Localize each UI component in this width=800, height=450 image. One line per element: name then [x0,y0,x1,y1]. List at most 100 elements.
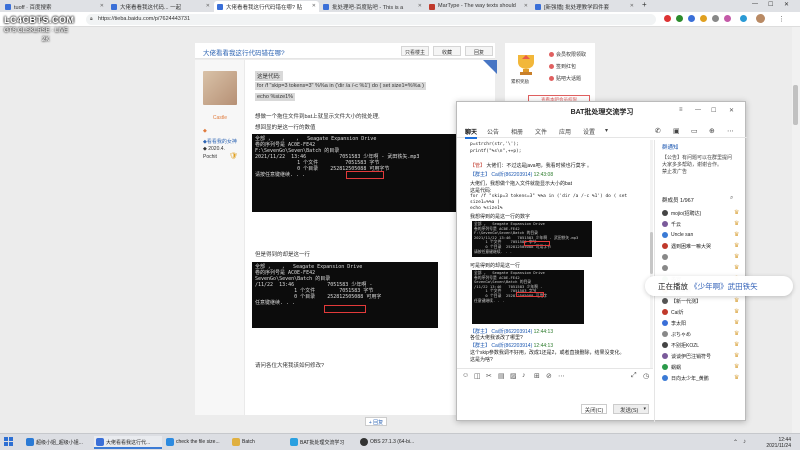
extension-icon[interactable] [740,15,747,22]
more-icon[interactable]: ⋯ [727,127,734,135]
taskbar-item[interactable]: Batch [230,436,286,449]
collect-button[interactable]: 收藏 [433,46,461,56]
scrollbar-thumb[interactable] [650,232,653,274]
browser-tab[interactable]: [新强播] 批处理教学四件套 ✕ [532,1,637,12]
more-icon[interactable]: ⋯ [558,372,565,380]
member-item[interactable]: 【新一代测】 ♛ [662,297,746,307]
member-item[interactable]: 蜗蜗 ♛ [662,363,746,373]
author-link[interactable]: ◆看看我的女神 [203,138,237,145]
new-tab-button[interactable]: + [642,0,647,9]
screen-share-icon[interactable]: ▭ [691,127,698,135]
browser-tab-active[interactable]: 大佬看看我这行代码错在哪? 贴 ✕ [214,1,319,12]
taskbar-item[interactable]: check the file size... [164,436,228,449]
taskbar-item[interactable]: BAT批处理交流学习 [288,436,356,449]
emoji-icon[interactable]: ☺ [462,372,469,379]
reply-button[interactable]: 回复 [465,46,493,56]
browser-tab[interactable]: tuoff · 百度搜索 ✕ [2,1,107,12]
send-button[interactable]: 发送(S) ▾ [613,404,649,414]
chat-close-icon[interactable]: ✕ [729,107,734,114]
author-name[interactable]: Castle [195,115,245,121]
group-notice-title[interactable]: 群通知 [662,143,679,151]
taskbar-item[interactable]: 超级小姐_超级小姐... [24,436,92,449]
speaker-icon[interactable]: ♪ [743,439,746,445]
taskbar-item-active[interactable]: 大佬看看我这行代... [94,436,162,449]
extension-icon[interactable] [724,15,731,22]
extension-icon[interactable] [700,15,707,22]
history-icon[interactable]: ◷ [643,372,649,380]
url-input[interactable]: 🔒︎ https://tieba.baidu.com/p/7624443731 [86,14,656,25]
member-item[interactable]: Cai炘 ♛ [662,308,746,318]
scissors-icon[interactable]: ✂ [486,372,492,380]
browser-tab[interactable]: 批处理吧-百度贴吧 - This is a ✕ [320,1,425,12]
close-icon[interactable]: ✕ [100,3,104,9]
minimize-icon[interactable]: — [752,1,758,7]
mic-icon[interactable]: ⊘ [546,372,552,380]
avatar[interactable] [203,71,237,105]
extension-icon[interactable] [676,15,683,22]
message-input[interactable] [457,382,653,404]
post-reply-button[interactable]: + 回复 [365,417,387,426]
music-icon[interactable]: ♪ [522,372,526,379]
close-chat-button[interactable]: 关闭(C) [581,404,607,414]
member-item[interactable]: mojio(招聘达) ♛ [662,209,746,219]
chat-maximize-icon[interactable]: ☐ [711,107,716,114]
chevron-down-icon[interactable]: ▾ [643,406,646,412]
member-item[interactable]: Uncle san ♛ [662,231,746,241]
member-badge-icon: ♛ [734,254,740,260]
member-item[interactable]: 不别拒KOZL ♛ [662,341,746,351]
chat-image-console-2[interactable]: 全部 ， Seagate Expansion Drive 卷的序列号是 AC0E… [472,270,584,324]
windows-start-icon[interactable] [4,437,13,446]
invite-icon[interactable]: ⊕ [709,127,715,135]
tab-chat[interactable]: 聊天 [465,127,478,139]
author-only-button[interactable]: 只看楼主 [401,46,429,56]
profile-avatar[interactable] [756,14,765,23]
chat-image-console-1[interactable]: 全部 ， Seagate Expansion Drive 卷的序列号是 AC0E… [472,221,592,257]
extension-icon[interactable] [712,15,719,22]
search-icon[interactable]: ⌕ [730,195,733,202]
close-window-icon[interactable]: ✕ [784,1,789,8]
close-icon[interactable]: ✕ [630,3,634,9]
tab-album[interactable]: 相册 [511,127,523,136]
expand-icon[interactable]: ⤢ [631,372,637,380]
sidebar-link[interactable]: 签到红包 [549,63,576,70]
image-icon[interactable]: ▨ [510,372,517,380]
sidebar-link[interactable]: 贴吧大话题 [549,75,581,82]
member-item[interactable]: ♛ [662,264,746,274]
member-item[interactable]: 遇到困难一嘛大哭 ♛ [662,242,746,252]
clock-date[interactable]: 2021/11/24 [766,443,791,449]
taskbar-item[interactable]: OBS 27.1.3 (64-bi... [358,436,422,449]
browser-tab[interactable]: MarType - The way texts should ✕ [426,1,531,12]
chat-menu-icon[interactable]: ≡ [679,107,683,113]
browser-tab[interactable]: 大佬看看我这代码... 一起 ✕ [108,1,213,12]
sidebar-link[interactable]: 会员权限领取 [549,51,586,58]
chevron-up-icon[interactable]: ⌃ [733,439,738,446]
chat-minimize-icon[interactable]: — [695,107,701,113]
member-item[interactable]: 李太阳 ♛ [662,319,746,329]
extension-icon[interactable] [688,15,695,22]
close-icon[interactable]: ✕ [312,3,316,9]
gif-icon[interactable]: ◫ [474,372,481,380]
member-item[interactable]: 谈谈伊巴注销符号 ♛ [662,352,746,362]
member-item[interactable]: ぷちゃめ ♛ [662,330,746,340]
gift-icon[interactable]: ⊞ [534,372,540,380]
tab-files[interactable]: 文件 [535,127,547,136]
member-item[interactable]: ♛ [662,253,746,263]
video-icon[interactable]: ▣ [673,127,680,135]
scrollbar-thumb[interactable] [793,85,798,125]
extension-icon[interactable] [664,15,671,22]
member-item[interactable]: 千云 ♛ [662,220,746,230]
tab-notice[interactable]: 公告 [487,127,499,136]
tab-more-icon[interactable]: ▾ [605,127,608,134]
tab-settings[interactable]: 设置 [583,127,595,136]
tab-apps[interactable]: 应用 [559,127,571,136]
close-icon[interactable]: ✕ [418,3,422,9]
close-icon[interactable]: ✕ [206,3,210,9]
page-scrollbar[interactable] [792,27,800,433]
folder-icon[interactable]: ▤ [498,372,505,380]
chat-scrollbar[interactable] [650,140,653,368]
phone-icon[interactable]: ✆ [655,127,661,135]
maximize-icon[interactable]: ☐ [768,1,773,8]
menu-dots-icon[interactable]: ⋮ [778,15,785,23]
close-icon[interactable]: ✕ [524,3,528,9]
member-item[interactable]: 日向太少年_黄鹏 ♛ [662,374,746,384]
